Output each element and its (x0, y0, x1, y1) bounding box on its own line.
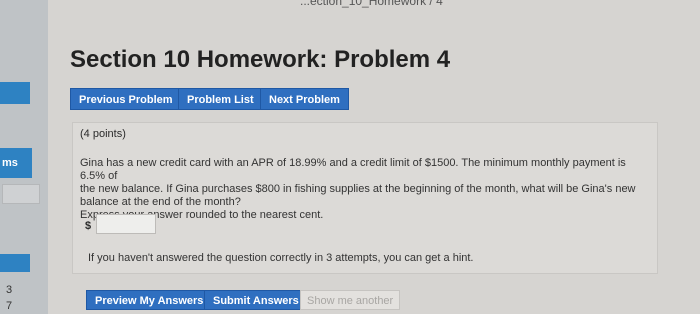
left-sidebar: ms 3 7 (0, 0, 48, 314)
problem-text: Gina has a new credit card with an APR o… (80, 157, 650, 222)
previous-problem-button[interactable]: Previous Problem (70, 88, 182, 110)
sidebar-item[interactable] (2, 184, 40, 204)
currency-symbol: $ (85, 220, 92, 232)
show-another-button[interactable]: Show me another (300, 290, 401, 310)
sidebar-item-highlight[interactable] (0, 254, 30, 272)
points-label: (4 points) (80, 128, 126, 140)
sidebar-item-problems[interactable]: ms (0, 148, 32, 178)
hint-text: If you haven't answered the question cor… (88, 252, 474, 264)
sidebar-number: 3 (6, 284, 13, 296)
sidebar-item-label: ms (2, 157, 18, 169)
problem-list-button[interactable]: Problem List (178, 88, 263, 110)
next-problem-button[interactable]: Next Problem (260, 88, 349, 110)
sidebar-item-active[interactable] (0, 82, 30, 104)
page-title: Section 10 Homework: Problem 4 (70, 46, 451, 73)
problem-instruction: Express your answer rounded to the neare… (80, 209, 324, 221)
problem-text-line: the new balance. If Gina purchases $800 … (80, 183, 636, 195)
submit-answers-button[interactable]: Submit Answers (204, 290, 308, 310)
breadcrumb[interactable]: ...ection_10_Homework / 4 (300, 0, 443, 8)
preview-answers-button[interactable]: Preview My Answers (86, 290, 213, 310)
problem-text-line: balance at the end of the month? (80, 196, 241, 208)
answer-input[interactable] (96, 214, 156, 234)
sidebar-number: 7 (6, 300, 13, 312)
problem-text-line: Gina has a new credit card with an APR o… (80, 157, 626, 182)
